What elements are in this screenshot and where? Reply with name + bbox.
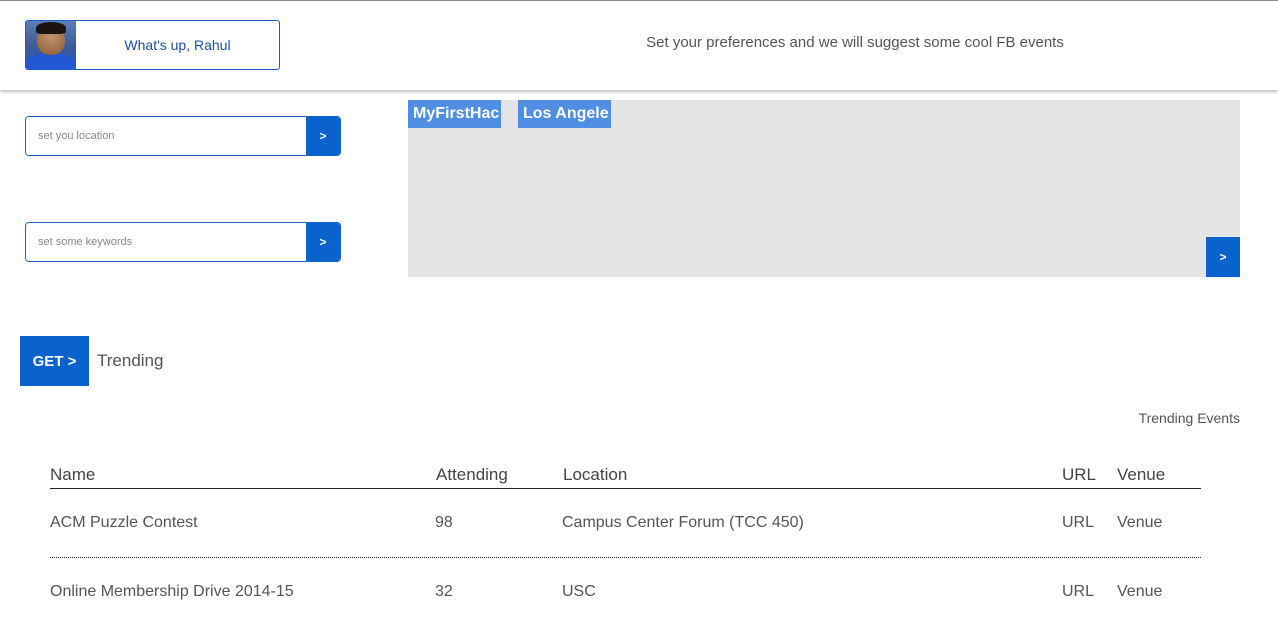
- location-input-group: >: [25, 116, 341, 156]
- event-attending: 32: [435, 583, 453, 600]
- get-mode-label: Trending: [97, 351, 164, 370]
- event-name: ACM Puzzle Contest: [50, 514, 198, 531]
- keywords-input[interactable]: [26, 223, 306, 261]
- event-name: Online Membership Drive 2014-15: [50, 583, 294, 600]
- table-row: ACM Puzzle Contest 98 Campus Center Foru…: [50, 489, 1201, 558]
- avatar: [26, 21, 76, 69]
- tags-panel: MyFirstHac Los Angele >: [408, 100, 1240, 277]
- column-header-location: Location: [563, 465, 628, 484]
- page-tagline: Set your preferences and we will suggest…: [646, 34, 1064, 51]
- event-venue-link[interactable]: Venue: [1117, 514, 1162, 532]
- column-header-attending: Attending: [436, 465, 508, 484]
- event-url-link[interactable]: URL: [1062, 514, 1094, 532]
- event-location: Campus Center Forum (TCC 450): [562, 514, 804, 531]
- user-profile-box[interactable]: What's up, Rahul: [25, 20, 280, 70]
- keywords-submit-button[interactable]: >: [306, 223, 340, 261]
- get-button[interactable]: GET >: [20, 336, 89, 386]
- tags-submit-button[interactable]: >: [1206, 237, 1240, 277]
- events-table: Name Attending Location URL Venue ACM Pu…: [50, 462, 1201, 626]
- location-input[interactable]: [26, 117, 306, 155]
- table-row: Online Membership Drive 2014-15 32 USC U…: [50, 558, 1201, 626]
- tag-item[interactable]: Los Angele: [518, 100, 611, 128]
- keywords-input-group: >: [25, 222, 341, 262]
- column-header-name: Name: [50, 465, 96, 484]
- event-attending: 98: [435, 514, 453, 531]
- section-title: Trending Events: [1138, 410, 1240, 426]
- column-header-venue: Venue: [1117, 465, 1166, 484]
- table-header-row: Name Attending Location URL Venue: [50, 462, 1201, 489]
- header: What's up, Rahul Set your preferences an…: [0, 0, 1278, 90]
- event-location: USC: [562, 583, 596, 600]
- event-venue-link[interactable]: Venue: [1117, 583, 1162, 601]
- event-url-link[interactable]: URL: [1062, 583, 1094, 601]
- column-header-url: URL: [1062, 465, 1097, 484]
- user-greeting: What's up, Rahul: [124, 37, 231, 53]
- location-submit-button[interactable]: >: [306, 117, 340, 155]
- tag-item[interactable]: MyFirstHac: [408, 100, 501, 128]
